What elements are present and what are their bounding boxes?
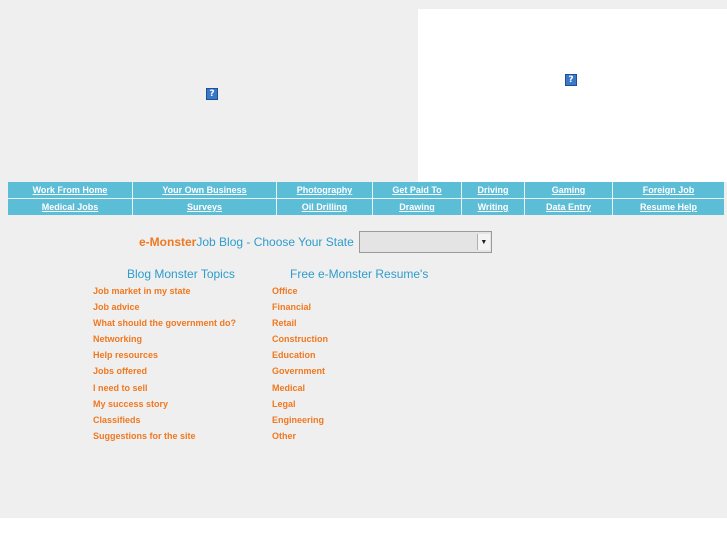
blog-topics-title: Blog Monster Topics	[127, 267, 235, 281]
nav-link-get-paid-to[interactable]: Get Paid To	[373, 182, 461, 198]
brand-label: e-Monster	[139, 235, 197, 249]
topic-link[interactable]: Job advice	[93, 299, 236, 315]
topic-link[interactable]: Suggestions for the site	[93, 428, 236, 444]
resume-link[interactable]: Medical	[272, 380, 328, 396]
blog-topics-list: Job market in my state Job advice What s…	[93, 283, 236, 444]
state-chooser-label: Job Blog - Choose Your State	[196, 235, 354, 249]
topic-link[interactable]: I need to sell	[93, 380, 236, 396]
topic-link[interactable]: Classifieds	[93, 412, 236, 428]
resume-link[interactable]: Retail	[272, 315, 328, 331]
topic-link[interactable]: Networking	[93, 331, 236, 347]
nav-link-work-from-home[interactable]: Work From Home	[8, 182, 132, 198]
right-banner: ?	[418, 9, 727, 182]
topic-link[interactable]: Jobs offered	[93, 363, 236, 379]
resume-link[interactable]: Financial	[272, 299, 328, 315]
nav-link-medical-jobs[interactable]: Medical Jobs	[8, 199, 132, 215]
nav-link-foreign-job[interactable]: Foreign Job	[613, 182, 724, 198]
nav-link-driving[interactable]: Driving	[462, 182, 524, 198]
topic-link[interactable]: My success story	[93, 396, 236, 412]
resume-link[interactable]: Government	[272, 363, 328, 379]
nav-link-oil-drilling[interactable]: Oil Drilling	[277, 199, 372, 215]
topic-link[interactable]: What should the government do?	[93, 315, 236, 331]
nav-link-gaming[interactable]: Gaming	[525, 182, 612, 198]
nav-link-writing[interactable]: Writing	[462, 199, 524, 215]
resume-link[interactable]: Construction	[272, 331, 328, 347]
topic-link[interactable]: Job market in my state	[93, 283, 236, 299]
nav-row-1: Work From Home Your Own Business Photogr…	[8, 182, 725, 198]
nav-link-photography[interactable]: Photography	[277, 182, 372, 198]
resume-link[interactable]: Engineering	[272, 412, 328, 428]
resume-link[interactable]: Office	[272, 283, 328, 299]
page-body: ? ? Work From Home Your Own Business Pho…	[0, 0, 727, 518]
resumes-title: Free e-Monster Resume's	[290, 267, 429, 281]
nav-link-drawing[interactable]: Drawing	[373, 199, 461, 215]
resume-link[interactable]: Other	[272, 428, 328, 444]
resumes-list: Office Financial Retail Construction Edu…	[272, 283, 328, 444]
resume-link[interactable]: Legal	[272, 396, 328, 412]
chevron-down-icon[interactable]: ▼	[476, 234, 490, 250]
nav-link-surveys[interactable]: Surveys	[133, 199, 276, 215]
nav-link-your-own-business[interactable]: Your Own Business	[133, 182, 276, 198]
nav-row-2: Medical Jobs Surveys Oil Drilling Drawin…	[8, 199, 725, 215]
resume-link[interactable]: Education	[272, 347, 328, 363]
nav-link-resume-help[interactable]: Resume Help	[613, 199, 724, 215]
category-nav: Work From Home Your Own Business Photogr…	[8, 182, 725, 216]
state-chooser: e-Monster Job Blog - Choose Your State ▼	[139, 231, 492, 253]
nav-link-data-entry[interactable]: Data Entry	[525, 199, 612, 215]
broken-image-icon: ?	[565, 74, 577, 86]
topic-link[interactable]: Help resources	[93, 347, 236, 363]
broken-image-icon: ?	[206, 88, 218, 100]
state-select[interactable]: ▼	[358, 231, 492, 253]
